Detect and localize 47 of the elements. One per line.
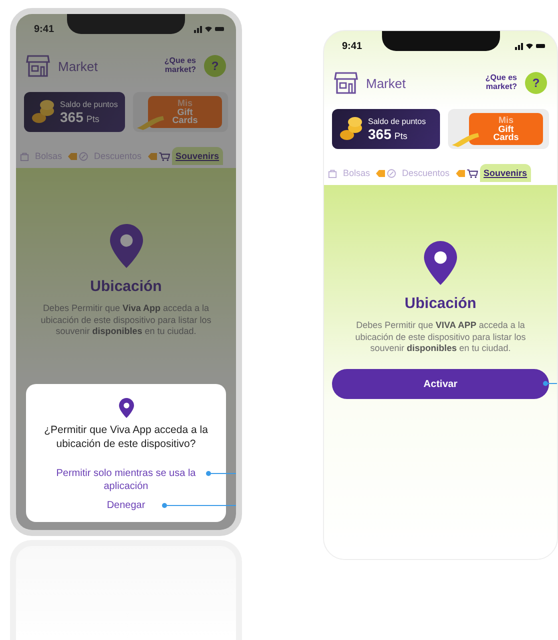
location-description: Debes Permitir que Viva App acceda a la ubicación de este dispositivo para listar los souvenir disponibles en tu ciudad. xyxy=(40,303,212,338)
location-pin-icon xyxy=(424,241,457,285)
category-tab[interactable]: Souvenirs xyxy=(480,164,532,182)
dialog-question: ¿Permitir que Viva App acceda a la ubicación de este dispositivo? xyxy=(43,424,209,452)
discount-icon xyxy=(387,168,396,178)
category-tab[interactable]: Descuentos xyxy=(398,164,454,182)
location-pin-icon xyxy=(118,398,134,418)
activate-button[interactable]: Activar xyxy=(332,369,549,400)
help-link[interactable]: ¿Que es market? xyxy=(475,74,517,92)
coins-icon xyxy=(338,116,364,142)
points-label: Saldo de puntos xyxy=(60,100,118,108)
header-title: Market xyxy=(58,58,99,74)
coins-icon xyxy=(30,99,56,125)
status-icons xyxy=(515,42,545,50)
store-icon xyxy=(334,72,358,94)
category-tab[interactable]: Souvenirs xyxy=(172,147,224,165)
location-description: Debes Permitir que VIVA APP acceda a la ubicación de este dispositivo para listar los souvenir disponibles en tu ciudad. xyxy=(354,320,527,356)
status-time: 9:41 xyxy=(34,24,54,34)
help-link[interactable]: ¿Que es market? xyxy=(154,57,196,75)
store-icon xyxy=(26,55,50,77)
gift-cards-banner[interactable]: Mis Gift Cards xyxy=(448,109,549,149)
cart-icon xyxy=(466,168,478,178)
gift-cards-label: Mis Gift Cards xyxy=(469,113,543,145)
annotation-connector xyxy=(206,471,236,476)
cart-icon xyxy=(158,152,170,160)
points-label: Saldo de puntos xyxy=(368,116,426,126)
gift-cards-banner[interactable]: Mis Gift Cards xyxy=(133,92,228,132)
help-button[interactable]: ? xyxy=(204,55,226,77)
discount-icon xyxy=(79,152,88,160)
location-pin-icon xyxy=(110,224,142,268)
dialog-option[interactable]: Denegar xyxy=(106,499,146,512)
annotation-connector xyxy=(543,381,557,386)
bag-icon xyxy=(20,152,29,160)
location-title: Ubicación xyxy=(90,278,162,295)
points-card[interactable]: Saldo de puntos 365 Pts xyxy=(24,92,125,132)
gift-cards-label: Mis Gift Cards xyxy=(148,96,222,128)
status-icons xyxy=(194,25,224,33)
points-card[interactable]: Saldo de puntos 365 Pts xyxy=(332,109,440,149)
dialog-option[interactable]: Permitir solo mientras se usa la aplicación xyxy=(46,467,206,494)
category-tab[interactable]: Bolsas xyxy=(339,164,374,182)
points-value: 365 Pts xyxy=(368,126,408,142)
status-time: 9:41 xyxy=(342,40,362,52)
header-title: Market xyxy=(366,76,407,90)
points-value: 365 Pts xyxy=(60,108,100,124)
help-button[interactable]: ? xyxy=(525,72,547,94)
location-title: Ubicación xyxy=(404,295,476,312)
bag-icon xyxy=(328,168,337,178)
